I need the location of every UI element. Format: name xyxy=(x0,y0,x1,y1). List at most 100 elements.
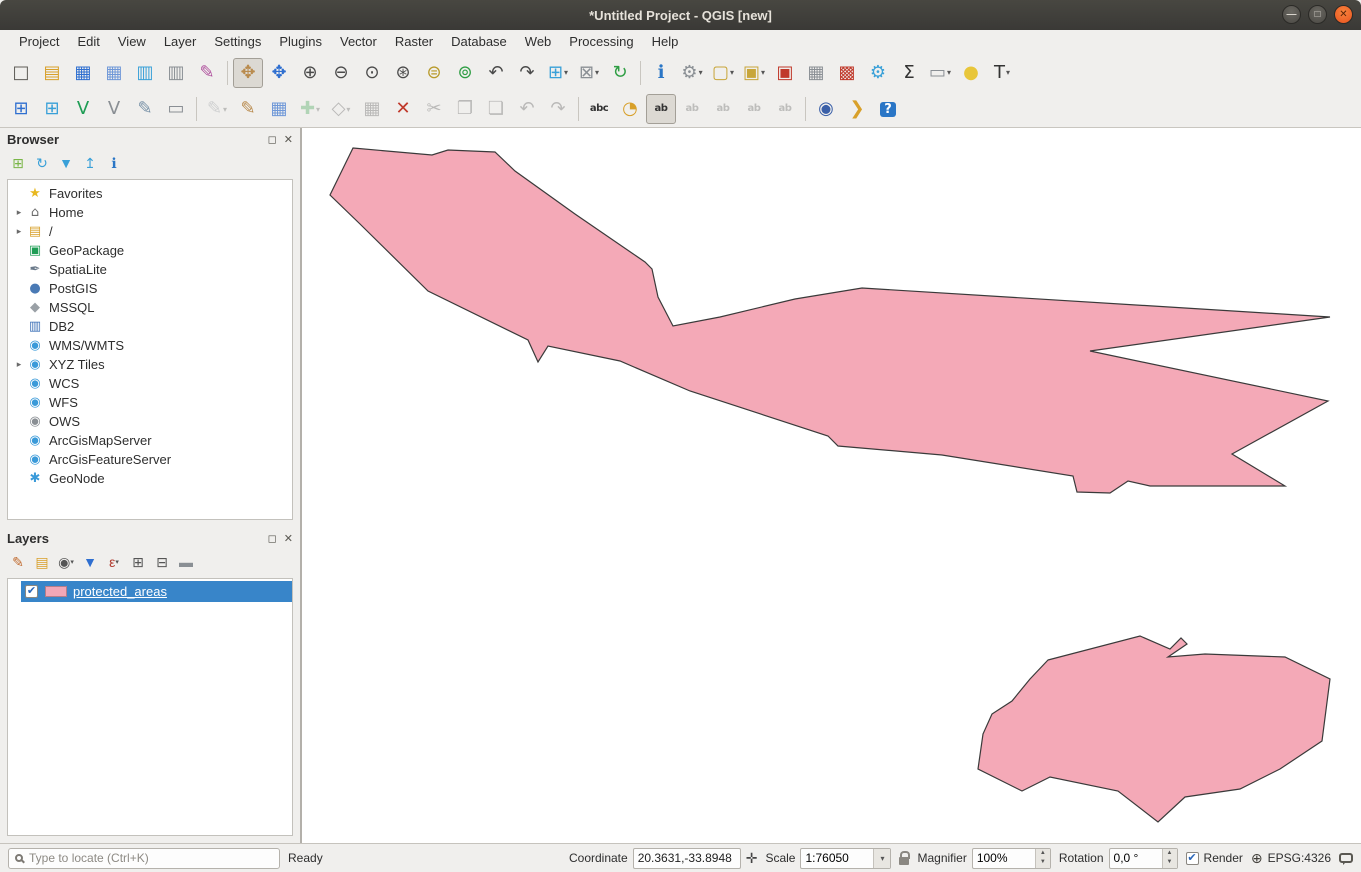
menu-help[interactable]: Help xyxy=(643,30,688,54)
browser-item-spatialite[interactable]: ✒SpatiaLite xyxy=(8,260,292,279)
measure-line-button[interactable]: ▭▾ xyxy=(925,58,955,88)
spin-up-icon[interactable]: ▲ xyxy=(1036,849,1050,859)
add-group-button[interactable]: ▤ xyxy=(32,552,52,572)
browser-item-favorites[interactable]: ★Favorites xyxy=(8,184,292,203)
identify-features-button[interactable]: ℹ xyxy=(646,58,676,88)
browser-item-db2[interactable]: ▥DB2 xyxy=(8,317,292,336)
coordinate-input[interactable] xyxy=(633,848,741,869)
multiedit-attributes-button[interactable]: ▦ xyxy=(357,94,387,124)
expander-icon[interactable]: ▸ xyxy=(12,226,26,237)
redo-button[interactable]: ↷ xyxy=(543,94,573,124)
deselect-features-button[interactable]: ▣ xyxy=(770,58,800,88)
save-project-button[interactable]: ▦ xyxy=(68,58,98,88)
select-features-by-value-button[interactable]: ▣▾ xyxy=(739,58,769,88)
open-attribute-table-button[interactable]: ▦ xyxy=(801,58,831,88)
style-manager-button[interactable]: ✎ xyxy=(192,58,222,88)
zoom-in-button[interactable]: ⊕ xyxy=(295,58,325,88)
current-edits-button[interactable]: ✎▾ xyxy=(202,94,232,124)
paste-features-button[interactable]: ❏ xyxy=(481,94,511,124)
pan-map-to-selection-button[interactable]: ✥ xyxy=(264,58,294,88)
zoom-last-button[interactable]: ↶ xyxy=(481,58,511,88)
zoom-to-native-resolution-button[interactable]: ⊙ xyxy=(357,58,387,88)
open-field-calculator-button[interactable]: ▩ xyxy=(832,58,862,88)
browser-item-home[interactable]: ▸⌂Home xyxy=(8,203,292,222)
select-features-button[interactable]: ▢▾ xyxy=(708,58,738,88)
refresh-map-button[interactable]: ↻ xyxy=(605,58,635,88)
layer-labeling-options-button[interactable]: abc xyxy=(584,94,614,124)
magnifier-input[interactable] xyxy=(973,849,1035,868)
browser-item-wfs[interactable]: ◉WFS xyxy=(8,393,292,412)
minimize-button[interactable]: — xyxy=(1282,5,1301,24)
show-layout-manager-button[interactable]: ▥ xyxy=(161,58,191,88)
new-spatialite-layer-button[interactable]: ✎ xyxy=(130,94,160,124)
browser-item-mssql[interactable]: ◆MSSQL xyxy=(8,298,292,317)
browser-item-ows[interactable]: ◉OWS xyxy=(8,412,292,431)
chevron-down-icon[interactable]: ▾ xyxy=(873,849,890,868)
crs-group[interactable]: ⊕ EPSG:4326 xyxy=(1251,850,1331,867)
toggle-extents-icon[interactable]: ✛ xyxy=(746,850,758,867)
run-feature-action-button[interactable]: ⚙▾ xyxy=(677,58,707,88)
new-project-button[interactable]: □ xyxy=(6,58,36,88)
layer-checkbox[interactable]: ✔ xyxy=(25,585,38,598)
browser-item-geopackage[interactable]: ▣GeoPackage xyxy=(8,241,292,260)
menu-web[interactable]: Web xyxy=(516,30,561,54)
menu-raster[interactable]: Raster xyxy=(386,30,442,54)
filter-legend-button[interactable]: ▼ xyxy=(80,552,100,572)
render-checkbox[interactable]: ✔ xyxy=(1186,852,1199,865)
save-layer-edits-button[interactable]: ▦ xyxy=(264,94,294,124)
map-canvas[interactable] xyxy=(302,128,1361,843)
float-panel-icon[interactable]: ◻ xyxy=(268,532,277,545)
move-label-button[interactable]: ab xyxy=(739,94,769,124)
spin-down-icon[interactable]: ▼ xyxy=(1036,858,1050,868)
open-project-button[interactable]: ▤ xyxy=(37,58,67,88)
dropdown-arrow-icon[interactable]: ▾ xyxy=(115,558,119,566)
show-hide-labels-button[interactable]: ab xyxy=(708,94,738,124)
browser-item-postgis[interactable]: ●PostGIS xyxy=(8,279,292,298)
remove-layer-button[interactable]: ▬ xyxy=(176,552,196,572)
filter-browser-button[interactable]: ▼ xyxy=(56,153,76,173)
map-tips-button[interactable]: ● xyxy=(956,58,986,88)
collapse-all-layers-button[interactable]: ⊟ xyxy=(152,552,172,572)
refresh-browser-button[interactable]: ↻ xyxy=(32,153,52,173)
dropdown-arrow-icon[interactable]: ▾ xyxy=(70,558,74,566)
dropdown-arrow-icon[interactable]: ▾ xyxy=(223,105,227,114)
scale-input[interactable] xyxy=(801,849,873,868)
metasearch-button[interactable]: ◉ xyxy=(811,94,841,124)
new-virtual-layer-button[interactable]: ▭ xyxy=(161,94,191,124)
browser-item-geonode[interactable]: ✱GeoNode xyxy=(8,469,292,488)
magnifier-spinner[interactable]: ▲ ▼ xyxy=(972,848,1051,869)
undo-button[interactable]: ↶ xyxy=(512,94,542,124)
browser-item-xyz-tiles[interactable]: ▸◉XYZ Tiles xyxy=(8,355,292,374)
menu-plugins[interactable]: Plugins xyxy=(270,30,331,54)
filter-legend-by-expression-button[interactable]: ε▾ xyxy=(104,552,124,572)
new-shapefile-layer-button[interactable]: V xyxy=(99,94,129,124)
browser-item-wms-wmts[interactable]: ◉WMS/WMTS xyxy=(8,336,292,355)
pan-map-button[interactable]: ✥ xyxy=(233,58,263,88)
layer-item-protected-areas[interactable]: ✔protected_areas xyxy=(21,581,292,602)
rotation-spinner[interactable]: ▲ ▼ xyxy=(1109,848,1178,869)
db-manager-button[interactable]: ⊞ xyxy=(37,94,67,124)
dropdown-arrow-icon[interactable]: ▾ xyxy=(699,68,703,77)
locator-input[interactable] xyxy=(29,851,273,865)
dropdown-arrow-icon[interactable]: ▾ xyxy=(947,68,951,77)
expand-all-button[interactable]: ⊞ xyxy=(128,552,148,572)
delete-selected-button[interactable]: ✕ xyxy=(388,94,418,124)
close-panel-icon[interactable]: ✕ xyxy=(284,532,293,545)
menu-settings[interactable]: Settings xyxy=(205,30,270,54)
dropdown-arrow-icon[interactable]: ▾ xyxy=(761,68,765,77)
rotate-label-button[interactable]: ab xyxy=(770,94,800,124)
save-project-as-button[interactable]: ▦ xyxy=(99,58,129,88)
copy-features-button[interactable]: ❐ xyxy=(450,94,480,124)
menu-vector[interactable]: Vector xyxy=(331,30,386,54)
zoom-full-button[interactable]: ⊛ xyxy=(388,58,418,88)
new-geopackage-layer-button[interactable]: V xyxy=(68,94,98,124)
rotation-input[interactable] xyxy=(1110,849,1162,868)
pin-unpin-labels-button[interactable]: ab xyxy=(677,94,707,124)
zoom-to-selection-button[interactable]: ⊜ xyxy=(419,58,449,88)
spin-down-icon[interactable]: ▼ xyxy=(1163,858,1177,868)
dropdown-arrow-icon[interactable]: ▾ xyxy=(730,68,734,77)
dropdown-arrow-icon[interactable]: ▾ xyxy=(595,68,599,77)
add-feature-button[interactable]: ✚▾ xyxy=(295,94,325,124)
help-contents-button[interactable]: ? xyxy=(873,94,903,124)
menu-database[interactable]: Database xyxy=(442,30,516,54)
